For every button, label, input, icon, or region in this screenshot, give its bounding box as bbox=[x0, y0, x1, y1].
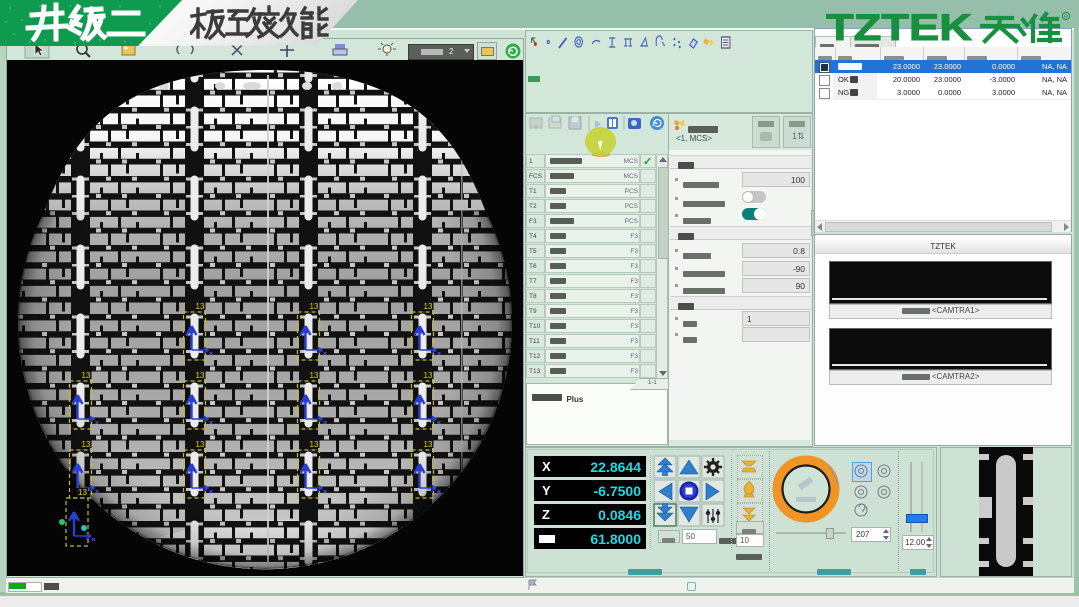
svg-text:13: 13 bbox=[196, 302, 205, 311]
svg-text:13: 13 bbox=[310, 440, 319, 449]
svg-text:TZTEK: TZTEK bbox=[826, 11, 972, 45]
svg-text:13: 13 bbox=[310, 302, 319, 311]
svg-text:13: 13 bbox=[196, 371, 205, 380]
svg-text:13: 13 bbox=[196, 440, 205, 449]
svg-text:13: 13 bbox=[310, 371, 319, 380]
svg-text:13: 13 bbox=[424, 440, 433, 449]
svg-text:13: 13 bbox=[82, 440, 91, 449]
svg-text:13: 13 bbox=[424, 302, 433, 311]
svg-text:13: 13 bbox=[424, 371, 433, 380]
svg-text:13: 13 bbox=[82, 371, 91, 380]
svg-text:R: R bbox=[1064, 15, 1068, 21]
svg-text:13: 13 bbox=[78, 488, 87, 497]
